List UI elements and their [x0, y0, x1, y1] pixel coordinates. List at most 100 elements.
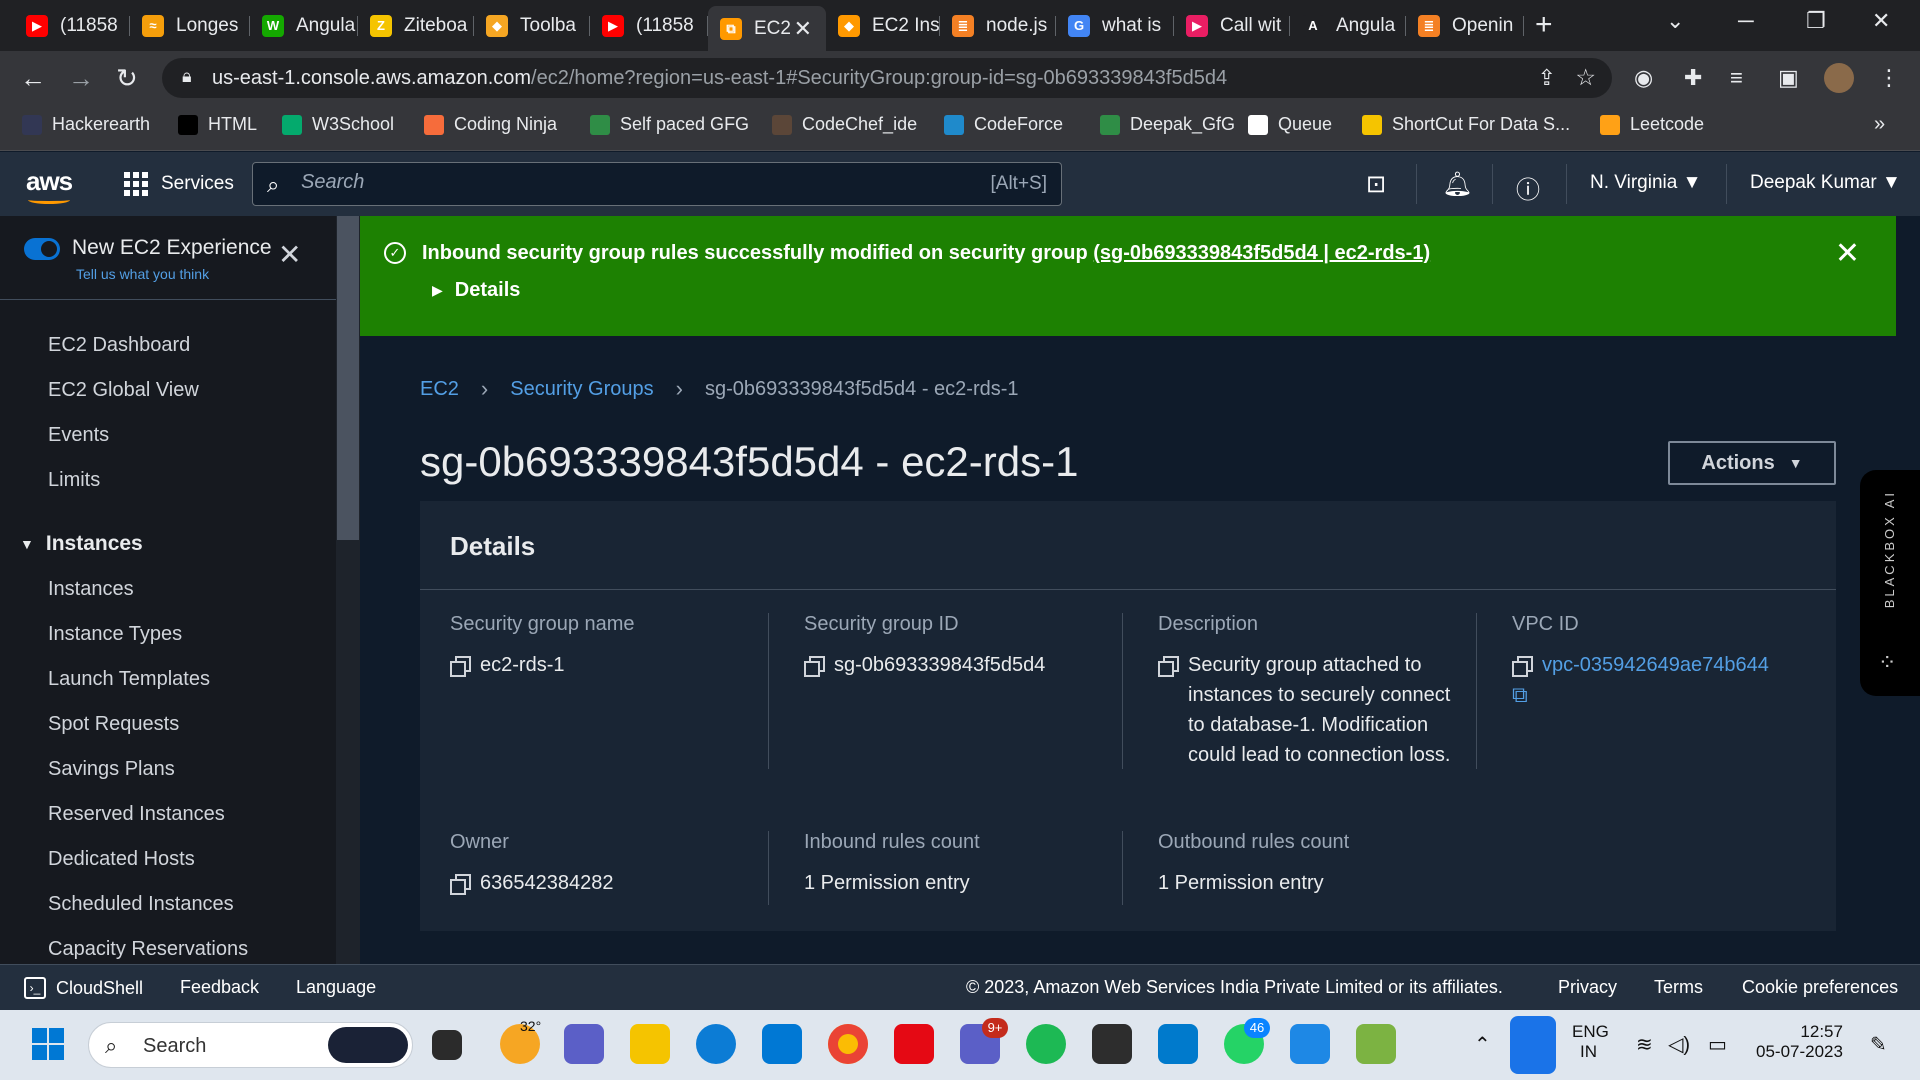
bookmark-item[interactable]: Hackerearth — [22, 114, 150, 135]
bookmark-star-icon[interactable]: ☆ — [1575, 64, 1596, 91]
copy-icon[interactable] — [804, 656, 825, 677]
reload-icon[interactable]: ↻ — [116, 63, 138, 94]
close-sidebar-icon[interactable]: ✕ — [278, 238, 301, 271]
spotify-icon[interactable] — [1026, 1024, 1066, 1064]
actions-dropdown-button[interactable]: Actions ▼ — [1668, 441, 1836, 485]
copy-icon[interactable] — [1158, 656, 1179, 677]
sidebar-item[interactable]: Savings Plans — [48, 758, 175, 781]
aws-logo[interactable]: aws — [26, 166, 73, 204]
breadcrumb-security-groups[interactable]: Security Groups — [510, 378, 653, 401]
feedback-link[interactable]: Feedback — [180, 977, 259, 998]
bookmark-item[interactable]: W3School — [282, 114, 394, 135]
flash-details-toggle[interactable]: ▶ Details — [432, 279, 520, 302]
bookmark-item[interactable]: HTML — [178, 114, 257, 135]
language-link[interactable]: Language — [296, 977, 376, 998]
volume-icon[interactable]: ◁) — [1668, 1032, 1690, 1057]
browser-tab[interactable]: ▶ (11858 — [14, 6, 130, 45]
teams-chat-icon[interactable] — [564, 1024, 604, 1064]
browser-tab[interactable]: ≈ Longes — [130, 6, 250, 45]
sidebar-item[interactable]: Scheduled Instances — [48, 893, 234, 916]
terminal-icon[interactable] — [1092, 1024, 1132, 1064]
photos-icon[interactable] — [1290, 1024, 1330, 1064]
bookmark-item[interactable]: Self paced GFG — [590, 114, 749, 135]
terms-link[interactable]: Terms — [1654, 977, 1703, 998]
account-menu[interactable]: Deepak Kumar ▼ — [1750, 172, 1901, 194]
windows-start-icon[interactable] — [32, 1028, 64, 1060]
browser-tab[interactable]: ▶ Call wit — [1174, 6, 1290, 45]
aws-search-input[interactable] — [301, 171, 901, 194]
share-icon[interactable]: ⇪ — [1538, 65, 1556, 91]
notifications-bell-icon[interactable]: 🔔︎ — [1442, 170, 1472, 199]
help-icon[interactable]: ⓘ — [1516, 170, 1540, 205]
copy-icon[interactable] — [450, 874, 471, 895]
sidebar-item[interactable]: Spot Requests — [48, 713, 179, 736]
region-selector[interactable]: N. Virginia ▼ — [1590, 172, 1701, 194]
sidebar-section-instances[interactable]: ▼ Instances — [20, 532, 143, 556]
address-bar[interactable]: 🔒︎ us-east-1.console.aws.amazon.com/ec2/… — [162, 58, 1612, 98]
vpc-id-link[interactable]: vpc-035942649ae74b644 — [1542, 650, 1769, 680]
sidebar-item[interactable]: Capacity Reservations — [48, 938, 248, 961]
sidebar-item[interactable]: Instances — [48, 578, 134, 601]
cloudshell-icon[interactable]: ⊡ — [1366, 170, 1386, 199]
sidebar-item[interactable]: Reserved Instances — [48, 803, 225, 826]
edge-icon[interactable] — [696, 1024, 736, 1064]
tab-search-icon[interactable]: ⌄ — [1666, 8, 1684, 34]
browser-tab[interactable]: Z Ziteboa — [358, 6, 474, 45]
sidebar-item[interactable]: Events — [48, 424, 109, 447]
notification-center-icon[interactable]: ✎ — [1870, 1032, 1887, 1057]
new-tab-button[interactable]: + — [1535, 8, 1553, 42]
bookmark-item[interactable]: CodeForce — [944, 114, 1063, 135]
chrome-icon[interactable] — [828, 1024, 868, 1064]
chrome-menu-icon[interactable]: ⋮ — [1878, 65, 1900, 91]
chevron-up-icon[interactable]: ⌃ — [1474, 1032, 1491, 1057]
dismiss-flash-icon[interactable]: ✕ — [1835, 236, 1860, 271]
more-bookmarks-button[interactable]: » — [1874, 113, 1885, 136]
browser-tab[interactable]: W Angula — [250, 6, 358, 45]
privacy-link[interactable]: Privacy — [1558, 977, 1617, 998]
aws-search-box[interactable]: ⌕ [Alt+S] — [252, 162, 1062, 206]
extensions-icon[interactable]: ✚ — [1684, 65, 1702, 91]
flash-sg-link[interactable]: (sg-0b693339843f5d5d4 | ec2-rds-1) — [1093, 242, 1430, 264]
browser-tab[interactable]: ⧉ EC2 ✕ — [708, 6, 826, 51]
side-panel-icon[interactable]: ▣ — [1778, 65, 1799, 91]
close-window-button[interactable]: ✕ — [1872, 8, 1890, 34]
breadcrumb-ec2[interactable]: EC2 — [420, 378, 459, 401]
browser-tab[interactable]: A Angula — [1290, 6, 1406, 45]
forward-icon[interactable]: → — [68, 63, 94, 94]
profile-avatar[interactable] — [1824, 63, 1854, 93]
wifi-icon[interactable]: ≋ — [1636, 1032, 1653, 1057]
bookmark-item[interactable]: Queue — [1248, 114, 1332, 135]
language-indicator[interactable]: ENG IN — [1572, 1022, 1609, 1062]
browser-tab[interactable]: Gwhat is — [1056, 6, 1174, 45]
sidebar-item[interactable]: EC2 Global View — [48, 379, 199, 402]
clock[interactable]: 12:57 05-07-2023 — [1756, 1022, 1843, 1062]
snipping-tool-icon[interactable] — [1356, 1024, 1396, 1064]
file-explorer-icon[interactable] — [630, 1024, 670, 1064]
bookmark-item[interactable]: Leetcode — [1600, 114, 1704, 135]
vscode-icon[interactable] — [1158, 1024, 1198, 1064]
bookmark-item[interactable]: Coding Ninja — [424, 114, 557, 135]
feedback-link[interactable]: Tell us what you think — [76, 266, 209, 282]
browser-tab[interactable]: ≣ Openin — [1406, 6, 1524, 45]
bookmark-item[interactable]: Deepak_GfG — [1100, 114, 1235, 135]
microsoft-store-icon[interactable] — [762, 1024, 802, 1064]
browser-tab[interactable]: ▶ (11858 — [590, 6, 708, 45]
restore-button[interactable]: ❐ — [1806, 8, 1826, 34]
sidebar-item[interactable]: Dedicated Hosts — [48, 848, 195, 871]
taskbar-search[interactable]: ⌕ Search — [88, 1022, 413, 1068]
task-view-icon[interactable] — [432, 1030, 462, 1060]
browser-tab[interactable]: ◆ EC2 Ins — [826, 6, 940, 45]
back-icon[interactable]: ← — [20, 63, 46, 94]
copy-icon[interactable] — [450, 656, 471, 677]
battery-icon[interactable]: ▭ — [1708, 1032, 1727, 1057]
copy-icon[interactable] — [1512, 656, 1533, 677]
sidebar-item[interactable]: Limits — [48, 469, 100, 492]
sidebar-item[interactable]: EC2 Dashboard — [48, 334, 190, 357]
new-experience-toggle[interactable] — [24, 238, 60, 260]
microphone-icon[interactable] — [1510, 1016, 1556, 1074]
bookmark-item[interactable]: CodeChef_ide — [772, 114, 917, 135]
blackbox-ai-widget[interactable]: BLACKBOX AI ⁘ — [1860, 470, 1920, 696]
media-control-icon[interactable]: ≡ — [1730, 65, 1743, 91]
sidebar-scroll-thumb[interactable] — [337, 216, 359, 540]
sidebar-item[interactable]: Instance Types — [48, 623, 182, 646]
